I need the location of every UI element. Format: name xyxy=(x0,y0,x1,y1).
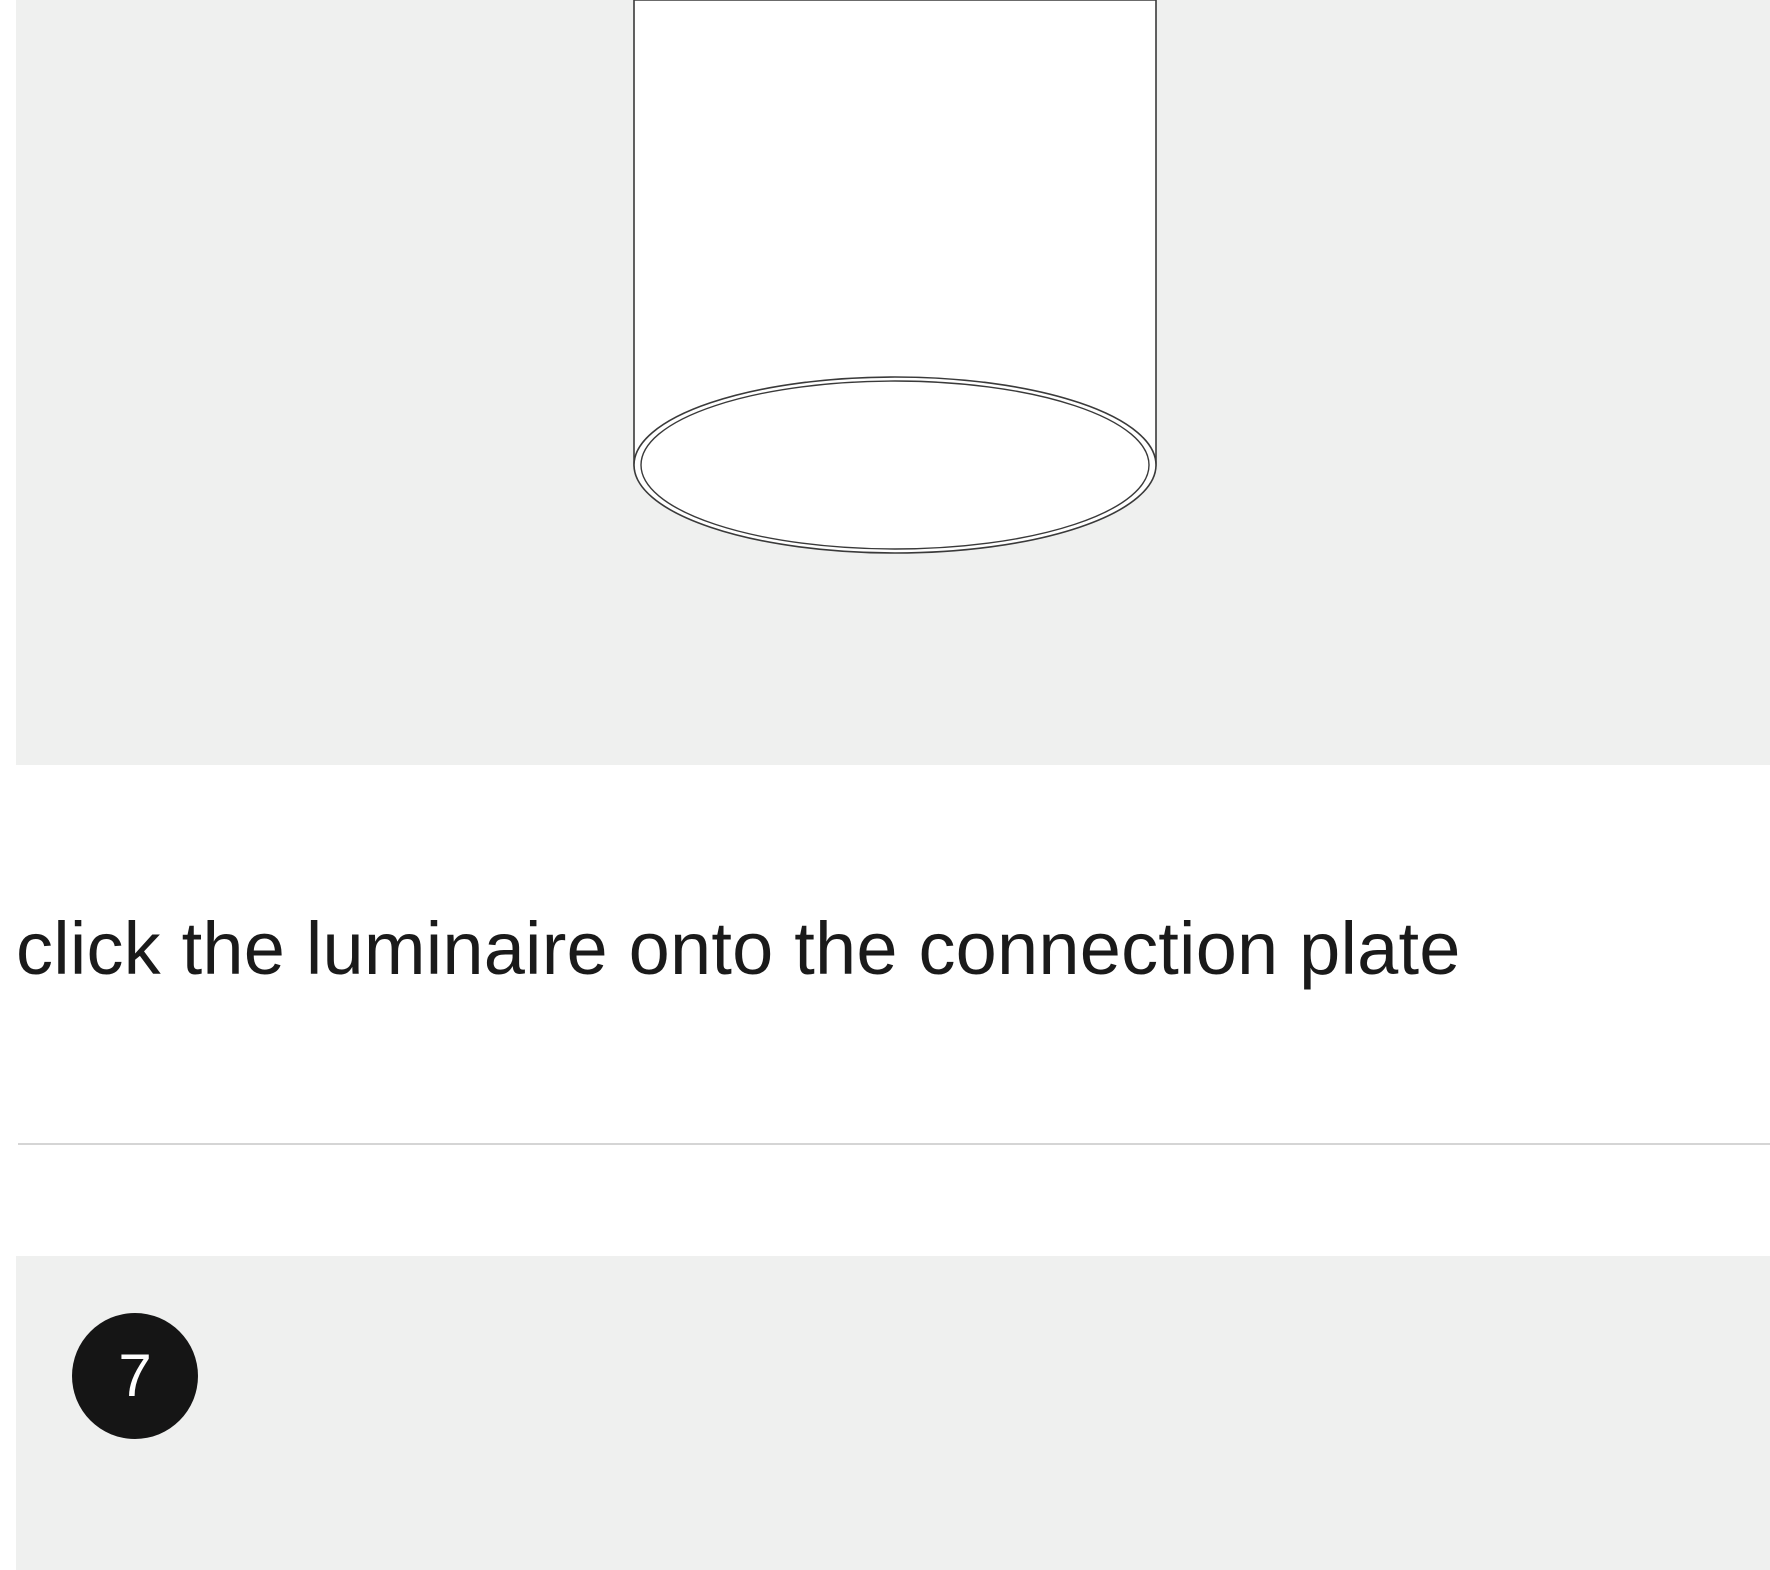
section-divider xyxy=(18,1143,1770,1145)
luminaire-rim-inner xyxy=(640,380,1150,550)
illustration-panel xyxy=(16,0,1770,765)
step-number-badge: 7 xyxy=(72,1313,198,1439)
luminaire-cylinder-icon xyxy=(633,0,1157,554)
instruction-text: click the luminaire onto the connection … xyxy=(16,907,1461,990)
next-step-panel: 7 xyxy=(16,1256,1770,1570)
instruction-page: click the luminaire onto the connection … xyxy=(0,0,1770,1570)
